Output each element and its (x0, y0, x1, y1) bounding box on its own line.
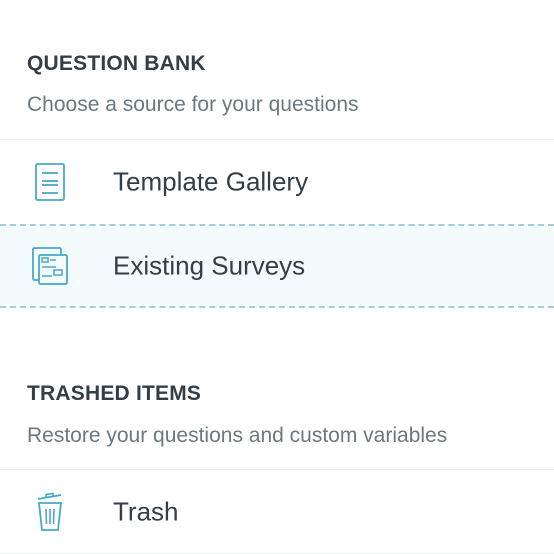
question-bank-title: QUESTION BANK (27, 52, 206, 75)
trash-item[interactable]: Trash (0, 470, 554, 554)
existing-surveys-icon (30, 246, 70, 286)
existing-surveys-label: Existing Surveys (113, 250, 306, 281)
existing-surveys-item[interactable]: Existing Surveys (0, 224, 554, 308)
template-gallery-item[interactable]: Template Gallery (0, 140, 554, 224)
trashed-items-subtitle: Restore your questions and custom variab… (27, 424, 448, 447)
trash-icon (30, 492, 70, 532)
trashed-items-title: TRASHED ITEMS (27, 382, 202, 405)
template-gallery-label: Template Gallery (113, 166, 309, 197)
question-bank-panel: QUESTION BANK Choose a source for your q… (0, 0, 554, 554)
question-bank-subtitle: Choose a source for your questions (27, 93, 359, 116)
template-gallery-icon (30, 162, 70, 202)
trash-label: Trash (113, 496, 179, 527)
